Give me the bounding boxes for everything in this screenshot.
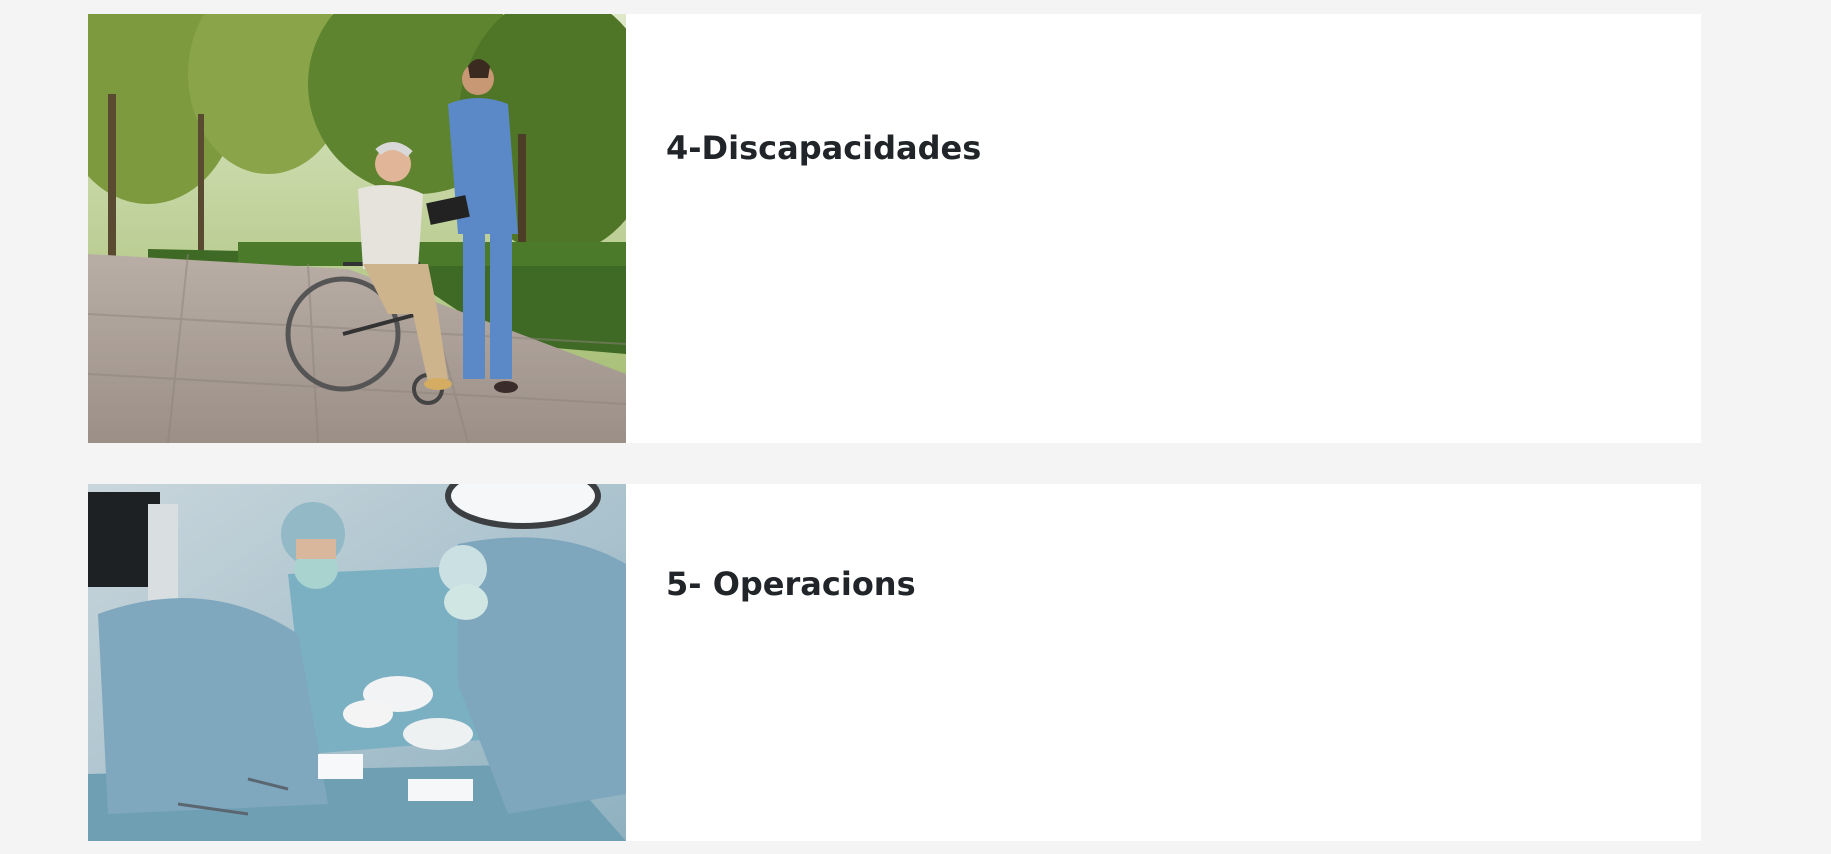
card-title[interactable]: 4-Discapacidades — [666, 129, 981, 167]
page: 4-Discapacidades 5- Operacions — [0, 0, 1831, 854]
card-title[interactable]: 5- Operacions — [666, 565, 916, 603]
wheelchair-park-photo — [88, 14, 626, 443]
surgery-photo — [88, 484, 626, 841]
card-body: 4-Discapacidades — [626, 14, 1701, 443]
card-image-wheelchair-park[interactable] — [88, 14, 626, 443]
card-image-surgery[interactable] — [88, 484, 626, 841]
service-card-discapacidades[interactable]: 4-Discapacidades — [88, 14, 1701, 443]
card-body: 5- Operacions — [626, 484, 1701, 841]
service-card-operacions[interactable]: 5- Operacions — [88, 484, 1701, 841]
